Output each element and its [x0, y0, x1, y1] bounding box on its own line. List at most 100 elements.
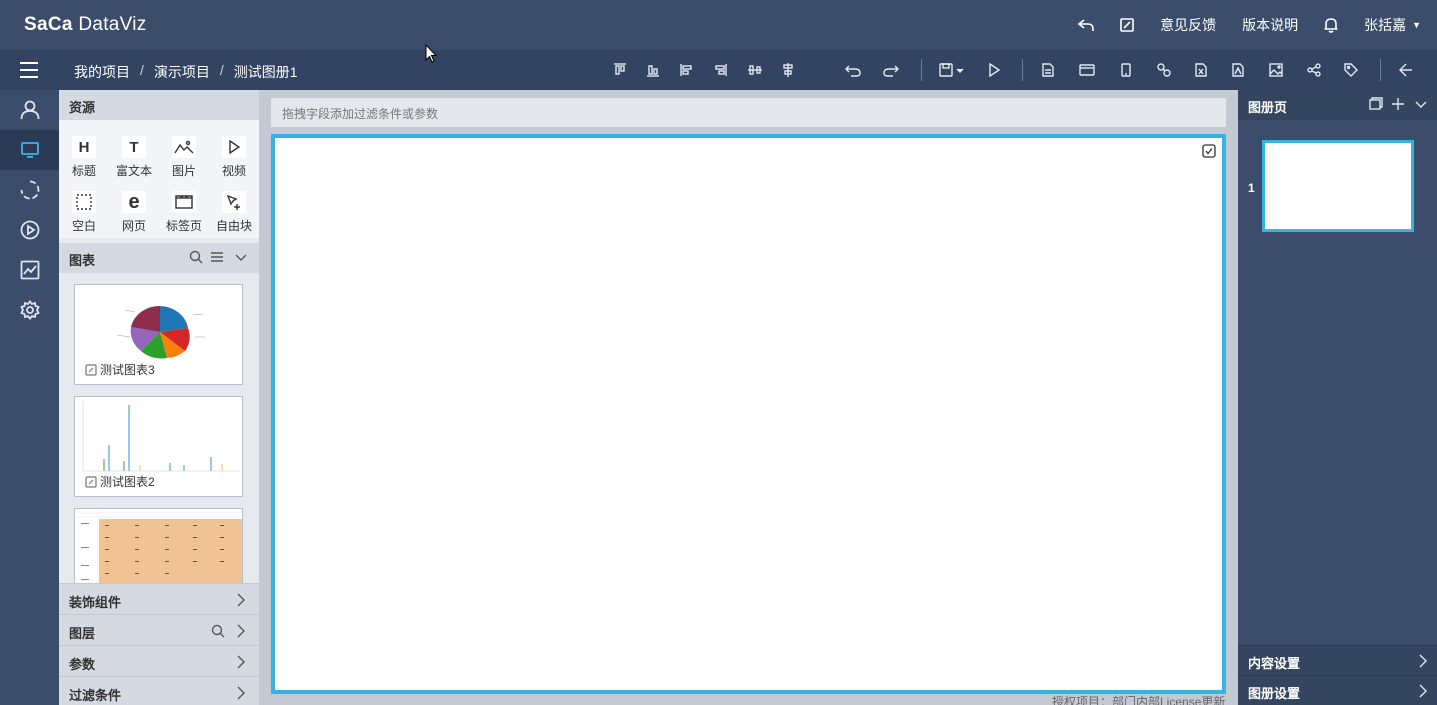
pages-panel: 图册页 1 内容设置 图册设置: [1238, 90, 1437, 705]
arrow-left-icon[interactable]: [1396, 60, 1416, 80]
resource-image[interactable]: 图片: [159, 136, 209, 179]
document-icon[interactable]: [1038, 60, 1058, 80]
page-thumbnail[interactable]: [1262, 140, 1414, 232]
pages-title: 图册页: [1248, 100, 1288, 115]
filter-drop-zone[interactable]: 拖拽字段添加过滤条件或参数: [271, 98, 1226, 127]
chevron-down-icon[interactable]: [1415, 97, 1427, 114]
bell-icon[interactable]: [1324, 17, 1338, 33]
share-icon[interactable]: [1304, 60, 1324, 80]
tag-icon[interactable]: [1341, 60, 1361, 80]
resource-panel: 资源 H 标题 T 富文本 图片 视频 空白 e 网页 标签页 自由块 图表 测…: [59, 90, 259, 705]
free-block-icon: [222, 191, 246, 213]
heading-icon: H: [72, 136, 96, 158]
chart-card[interactable]: 测试图表2: [74, 396, 243, 497]
chevron-right-icon: [237, 593, 245, 607]
search-icon[interactable]: [211, 624, 225, 638]
edit-icon[interactable]: [1120, 18, 1134, 32]
section-layers[interactable]: 图层: [59, 614, 259, 645]
align-left-icon[interactable]: [677, 60, 697, 80]
breadcrumb-separator: /: [219, 62, 224, 78]
refresh-icon[interactable]: [0, 170, 59, 210]
back-icon[interactable]: [1078, 18, 1094, 32]
content-settings-row[interactable]: 内容设置: [1238, 645, 1437, 675]
user-icon[interactable]: [0, 90, 59, 130]
breadcrumb: 我的项目 / 演示项目 / 测试图册1: [74, 62, 298, 82]
card-icon[interactable]: [1077, 60, 1097, 80]
edit-icon[interactable]: [85, 475, 97, 488]
align-bottom-icon[interactable]: [643, 60, 663, 80]
copy-page-icon[interactable]: [1369, 97, 1383, 114]
chart-card[interactable]: 测试图表3: [74, 284, 243, 385]
chart-card[interactable]: [74, 508, 243, 583]
align-top-icon[interactable]: [610, 60, 630, 80]
align-middle-horizontal-icon[interactable]: [745, 60, 765, 80]
menu-icon[interactable]: [18, 59, 40, 81]
header-actions: 意见反馈 版本说明 张括嘉 ▼: [1052, 0, 1421, 50]
user-menu[interactable]: 张括嘉 ▼: [1364, 15, 1421, 35]
image-icon[interactable]: [1266, 60, 1286, 80]
chart-card-caption: 测试图表3: [85, 361, 155, 378]
excel-icon[interactable]: [1191, 60, 1211, 80]
line-chart-icon[interactable]: [0, 250, 59, 290]
tabs-icon: [172, 191, 196, 213]
align-right-icon[interactable]: [710, 60, 730, 80]
play-icon[interactable]: [984, 60, 1004, 80]
breadcrumb-current[interactable]: 测试图册1: [234, 62, 298, 82]
chart-card-caption: 测试图表2: [85, 473, 155, 490]
mobile-icon[interactable]: [1116, 60, 1136, 80]
pdf-icon[interactable]: [1228, 60, 1248, 80]
resource-free-block[interactable]: 自由块: [209, 191, 259, 234]
blank-icon: [72, 191, 96, 213]
top-header: SaCa DataViz 意见反馈 版本说明 张括嘉 ▼: [0, 0, 1437, 50]
edit-icon[interactable]: [85, 363, 97, 376]
album-settings-row[interactable]: 图册设置: [1238, 675, 1437, 705]
play-circle-icon[interactable]: [0, 210, 59, 250]
chevron-right-icon: [1419, 654, 1427, 668]
breadcrumb-item[interactable]: 我的项目: [74, 62, 130, 82]
picture-icon: [172, 136, 196, 158]
chevron-right-icon: [237, 655, 245, 669]
feedback-link[interactable]: 意见反馈: [1160, 15, 1216, 35]
breadcrumb-separator: /: [140, 62, 144, 78]
resource-video[interactable]: 视频: [209, 136, 259, 179]
save-icon[interactable]: [936, 60, 968, 80]
chevron-down-icon[interactable]: [235, 250, 247, 267]
resource-grid: H 标题 T 富文本 图片 视频 空白 e 网页 标签页 自由块: [59, 120, 259, 238]
add-page-icon[interactable]: [1391, 97, 1405, 114]
chart-card-name: 测试图表2: [100, 475, 155, 489]
app-logo[interactable]: SaCa DataViz: [24, 14, 147, 36]
toolbar-divider: [1022, 59, 1023, 81]
page-number: 1: [1248, 181, 1255, 195]
chart-card-name: 测试图表3: [100, 363, 155, 377]
caret-down-icon: ▼: [1412, 20, 1421, 30]
checkbox-icon[interactable]: [1202, 144, 1216, 161]
redo-icon[interactable]: [881, 60, 901, 80]
link-icon[interactable]: [1154, 60, 1174, 80]
left-icon-rail: [0, 90, 59, 705]
resource-webpage[interactable]: e 网页: [109, 191, 159, 234]
video-icon: [222, 136, 246, 158]
table-chart-thumbnail: [77, 512, 242, 583]
section-filters[interactable]: 过滤条件: [59, 676, 259, 705]
license-text: 授权项目：部门内部License更新: [1052, 695, 1226, 705]
breadcrumb-item[interactable]: 演示项目: [154, 62, 210, 82]
resource-richtext[interactable]: T 富文本: [109, 136, 159, 179]
web-icon: e: [122, 191, 146, 213]
undo-icon[interactable]: [843, 60, 863, 80]
resources-header: 资源: [59, 90, 259, 120]
chevron-right-icon: [237, 686, 245, 700]
search-icon[interactable]: [189, 250, 203, 267]
section-decor[interactable]: 装饰组件: [59, 583, 259, 614]
section-params[interactable]: 参数: [59, 645, 259, 676]
align-center-vertical-icon[interactable]: [778, 60, 798, 80]
monitor-icon[interactable]: [0, 130, 59, 170]
resource-tabs[interactable]: 标签页: [159, 191, 209, 234]
resource-blank[interactable]: 空白: [59, 191, 109, 234]
gear-icon[interactable]: [0, 290, 59, 330]
pie-chart-thumbnail: [116, 305, 205, 359]
resource-title[interactable]: H 标题: [59, 136, 109, 179]
list-icon[interactable]: [210, 250, 224, 267]
chevron-right-icon: [1419, 684, 1427, 698]
dashboard-canvas[interactable]: [271, 134, 1226, 694]
version-notes-link[interactable]: 版本说明: [1242, 15, 1298, 35]
